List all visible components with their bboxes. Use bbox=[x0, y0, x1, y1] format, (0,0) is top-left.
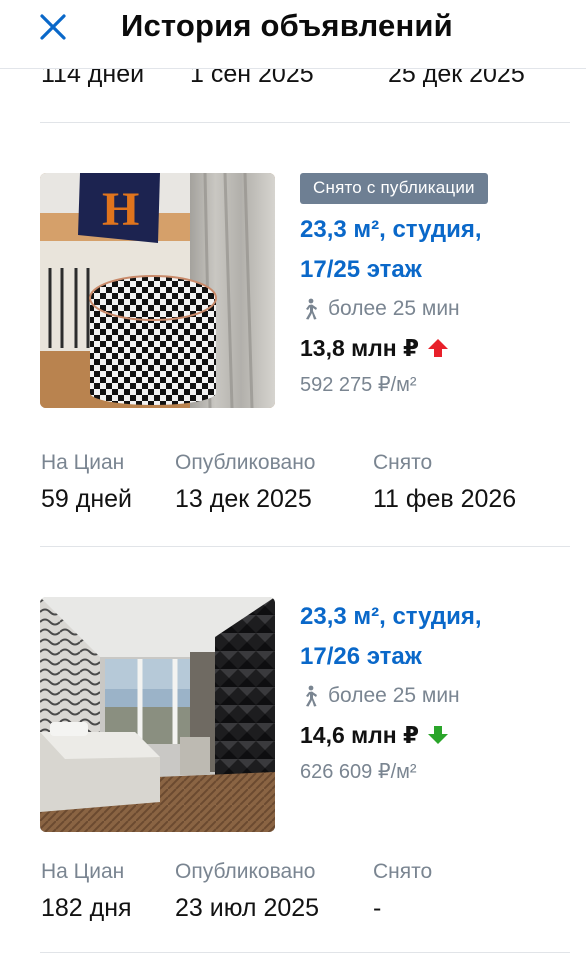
close-icon bbox=[40, 14, 66, 40]
app-header: История объявлений bbox=[0, 0, 586, 69]
published-label: Опубликовано bbox=[175, 451, 316, 474]
close-button[interactable] bbox=[34, 8, 74, 48]
price-down-arrow-icon bbox=[428, 726, 449, 744]
walking-person-icon bbox=[306, 685, 317, 707]
page-title: История объявлений bbox=[121, 8, 453, 43]
on-cian-label: На Циан bbox=[41, 451, 125, 474]
price-per-m2: 626 609 ₽/м² bbox=[300, 761, 417, 783]
listing-info: Снято с публикации 23,3 м², студия, 17/2… bbox=[300, 173, 570, 402]
price-value: 14,6 млн ₽ bbox=[300, 721, 420, 748]
removed-value: 11 фев 2026 bbox=[373, 485, 517, 513]
listing-title-line2[interactable]: 17/25 этаж bbox=[300, 250, 570, 290]
removed-label: Снято bbox=[373, 860, 433, 883]
listing-title-line2[interactable]: 17/26 этаж bbox=[300, 637, 570, 677]
listing-stats: На Циан Опубликовано Снято 182 дня 23 ию… bbox=[0, 860, 586, 940]
published-label: Опубликовано bbox=[175, 860, 316, 883]
removed-value: - bbox=[373, 894, 382, 922]
published-value: 13 дек 2025 bbox=[175, 485, 312, 513]
price: 14,6 млн ₽ bbox=[300, 715, 570, 755]
published-value: 23 июл 2025 bbox=[175, 894, 320, 922]
svg-text:H: H bbox=[102, 183, 139, 236]
on-cian-label: На Циан bbox=[41, 860, 125, 883]
listing-title-line1[interactable]: 23,3 м², студия, bbox=[300, 210, 570, 250]
listing-info: 23,3 м², студия, 17/26 этаж более 25 мин… bbox=[300, 597, 570, 789]
divider bbox=[40, 546, 570, 547]
status-badge: Снято с публикации bbox=[300, 173, 488, 204]
price-value: 13,8 млн ₽ bbox=[300, 334, 420, 361]
on-cian-value: 59 дней bbox=[41, 485, 133, 513]
price-up-arrow-icon bbox=[428, 339, 449, 357]
divider bbox=[40, 122, 570, 123]
walk-text: более 25 мин bbox=[328, 297, 460, 320]
listing-photo[interactable] bbox=[40, 597, 275, 832]
divider bbox=[40, 952, 570, 953]
listing-card[interactable]: H Снято с публикации 23,3 м², студия, 17… bbox=[0, 173, 586, 523]
listing-stats: На Циан Опубликовано Снято 59 дней 13 де… bbox=[0, 451, 586, 531]
listing-photo[interactable]: H bbox=[40, 173, 275, 408]
walk-distance: более 25 мин bbox=[300, 290, 570, 328]
listing-title-line1[interactable]: 23,3 м², студия, bbox=[300, 597, 570, 637]
history-list[interactable]: 114 дней 1 сен 2025 25 дек 2025 H Снято … bbox=[0, 0, 586, 956]
on-cian-value: 182 дня bbox=[41, 894, 132, 922]
walk-text: более 25 мин bbox=[328, 684, 460, 707]
removed-label: Снято bbox=[373, 451, 433, 474]
walk-distance: более 25 мин bbox=[300, 677, 570, 715]
listing-card[interactable]: 23,3 м², студия, 17/26 этаж более 25 мин… bbox=[0, 597, 586, 937]
price: 13,8 млн ₽ bbox=[300, 328, 570, 368]
price-per-m2: 592 275 ₽/м² bbox=[300, 374, 417, 396]
walking-person-icon bbox=[306, 298, 317, 320]
